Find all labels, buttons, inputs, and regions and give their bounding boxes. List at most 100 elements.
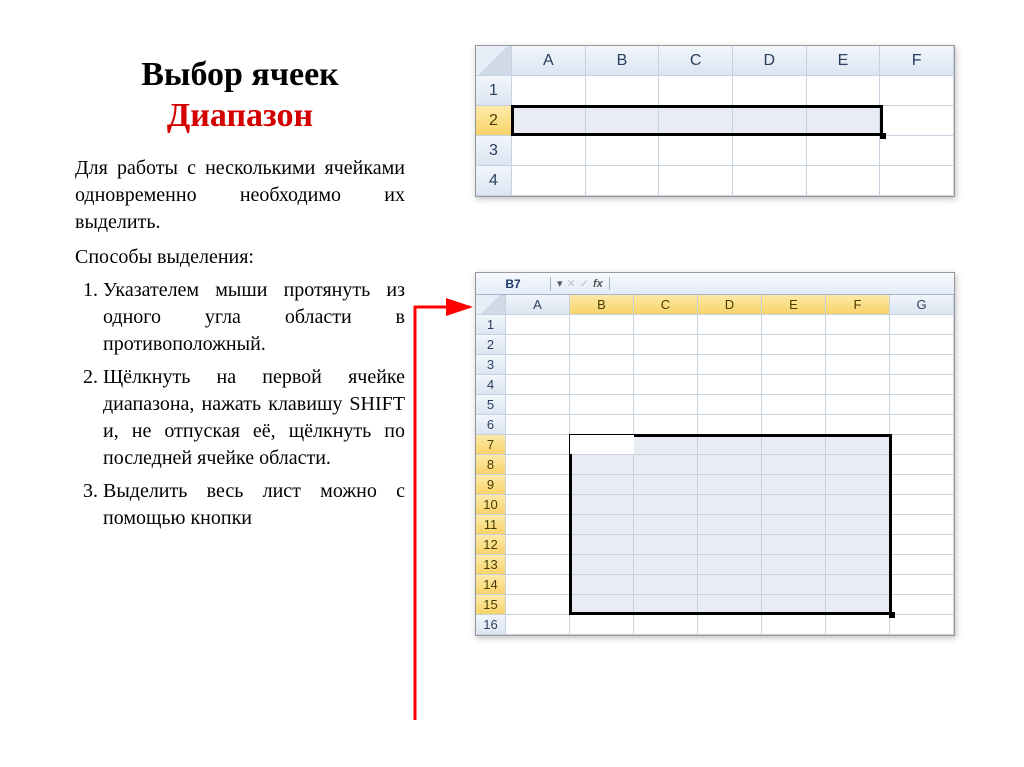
- cell[interactable]: [634, 615, 698, 635]
- cell[interactable]: [512, 166, 586, 196]
- cell[interactable]: [733, 76, 807, 106]
- cell[interactable]: [826, 535, 890, 555]
- cell[interactable]: [506, 615, 570, 635]
- col-header[interactable]: G: [890, 295, 954, 315]
- cell[interactable]: [512, 136, 586, 166]
- col-header[interactable]: C: [659, 46, 733, 76]
- cell[interactable]: [807, 76, 881, 106]
- cell[interactable]: [890, 315, 954, 335]
- row-header[interactable]: 4: [476, 375, 506, 395]
- cell[interactable]: [890, 515, 954, 535]
- row-header[interactable]: 16: [476, 615, 506, 635]
- cell[interactable]: [634, 395, 698, 415]
- cell[interactable]: [762, 455, 826, 475]
- cell[interactable]: [762, 595, 826, 615]
- cell[interactable]: [762, 615, 826, 635]
- cell[interactable]: [762, 415, 826, 435]
- cell[interactable]: [506, 315, 570, 335]
- cell[interactable]: [826, 335, 890, 355]
- cell[interactable]: [698, 515, 762, 535]
- cell[interactable]: [762, 375, 826, 395]
- col-header[interactable]: B: [570, 295, 634, 315]
- cell[interactable]: [634, 335, 698, 355]
- cell[interactable]: [890, 595, 954, 615]
- row-header[interactable]: 11: [476, 515, 506, 535]
- col-header[interactable]: D: [733, 46, 807, 76]
- cell[interactable]: [890, 335, 954, 355]
- cell[interactable]: [570, 455, 634, 475]
- cell[interactable]: [634, 575, 698, 595]
- cell[interactable]: [826, 435, 890, 455]
- cell[interactable]: [698, 535, 762, 555]
- cell[interactable]: [570, 555, 634, 575]
- cell[interactable]: [659, 136, 733, 166]
- cell[interactable]: [634, 595, 698, 615]
- cell[interactable]: [762, 555, 826, 575]
- cell[interactable]: [506, 535, 570, 555]
- row-header[interactable]: 8: [476, 455, 506, 475]
- row-header[interactable]: 2: [476, 335, 506, 355]
- row-header[interactable]: 10: [476, 495, 506, 515]
- cell[interactable]: [586, 106, 660, 136]
- cell[interactable]: [698, 595, 762, 615]
- col-header[interactable]: A: [512, 46, 586, 76]
- cell[interactable]: [506, 595, 570, 615]
- cell[interactable]: [634, 475, 698, 495]
- cell[interactable]: [698, 375, 762, 395]
- cell[interactable]: [570, 375, 634, 395]
- cell[interactable]: [659, 166, 733, 196]
- cell[interactable]: [586, 136, 660, 166]
- row-header[interactable]: 12: [476, 535, 506, 555]
- cell[interactable]: [890, 375, 954, 395]
- cell[interactable]: [826, 455, 890, 475]
- cell[interactable]: [890, 355, 954, 375]
- cell[interactable]: [762, 495, 826, 515]
- row-header[interactable]: 1: [476, 315, 506, 335]
- cell[interactable]: [762, 515, 826, 535]
- dropdown-icon[interactable]: ▾: [557, 277, 563, 290]
- cell[interactable]: [570, 475, 634, 495]
- cell[interactable]: [890, 555, 954, 575]
- col-header[interactable]: A: [506, 295, 570, 315]
- name-box[interactable]: B7: [476, 277, 551, 291]
- cell[interactable]: [634, 355, 698, 375]
- cell[interactable]: [826, 355, 890, 375]
- cell[interactable]: [826, 395, 890, 415]
- cell[interactable]: [880, 106, 954, 136]
- cell[interactable]: [733, 166, 807, 196]
- cell[interactable]: [570, 415, 634, 435]
- fill-handle[interactable]: [880, 133, 886, 139]
- col-header[interactable]: C: [634, 295, 698, 315]
- row-header[interactable]: 6: [476, 415, 506, 435]
- cell[interactable]: [733, 106, 807, 136]
- cell[interactable]: [506, 395, 570, 415]
- col-header[interactable]: F: [880, 46, 954, 76]
- cell[interactable]: [890, 415, 954, 435]
- cell[interactable]: [762, 575, 826, 595]
- cell[interactable]: [890, 395, 954, 415]
- cell[interactable]: [826, 595, 890, 615]
- cell[interactable]: [506, 575, 570, 595]
- cell[interactable]: [698, 475, 762, 495]
- cell[interactable]: [880, 136, 954, 166]
- cell[interactable]: [634, 515, 698, 535]
- cell[interactable]: [570, 575, 634, 595]
- cell[interactable]: [698, 355, 762, 375]
- cell[interactable]: [762, 315, 826, 335]
- cell[interactable]: [698, 615, 762, 635]
- cell[interactable]: [890, 475, 954, 495]
- cell[interactable]: [634, 455, 698, 475]
- cell[interactable]: [698, 395, 762, 415]
- row-header[interactable]: 5: [476, 395, 506, 415]
- cell[interactable]: [698, 435, 762, 455]
- row-header[interactable]: 3: [476, 136, 512, 166]
- row-header[interactable]: 7: [476, 435, 506, 455]
- cell[interactable]: [826, 515, 890, 535]
- cell[interactable]: [890, 495, 954, 515]
- cell[interactable]: [890, 575, 954, 595]
- row-header[interactable]: 3: [476, 355, 506, 375]
- cell[interactable]: [698, 575, 762, 595]
- cell[interactable]: [634, 435, 698, 455]
- cell[interactable]: [506, 515, 570, 535]
- cell[interactable]: [506, 475, 570, 495]
